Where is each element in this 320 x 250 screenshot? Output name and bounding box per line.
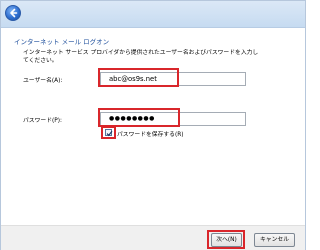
dialog-heading: インターネット メール ログオン [14, 38, 110, 46]
back-button[interactable] [5, 5, 21, 21]
username-label: ユーザー名(A): [23, 78, 63, 84]
dialog-content: インターネット メール ログオン インターネット サービス プロバイダから提供さ… [1, 28, 305, 224]
cancel-button[interactable]: キャンセル [254, 233, 295, 247]
dialog-footer: 次へ(N) キャンセル [1, 225, 305, 250]
username-highlight-box [98, 68, 179, 87]
password-label: パスワード(P): [23, 118, 62, 124]
remember-password-label[interactable]: パスワードを保存する(R) [117, 129, 184, 138]
checkbox-highlight-box [101, 126, 116, 139]
logon-dialog-window: インターネット メール ログオン インターネット サービス プロバイダから提供さ… [0, 0, 306, 250]
title-bar [1, 1, 305, 28]
instruction-text: インターネット サービス プロバイダから提供されたユーザー名およびパスワードを入… [23, 50, 259, 64]
next-button-highlight-box [207, 230, 245, 249]
password-highlight-box [98, 108, 180, 127]
